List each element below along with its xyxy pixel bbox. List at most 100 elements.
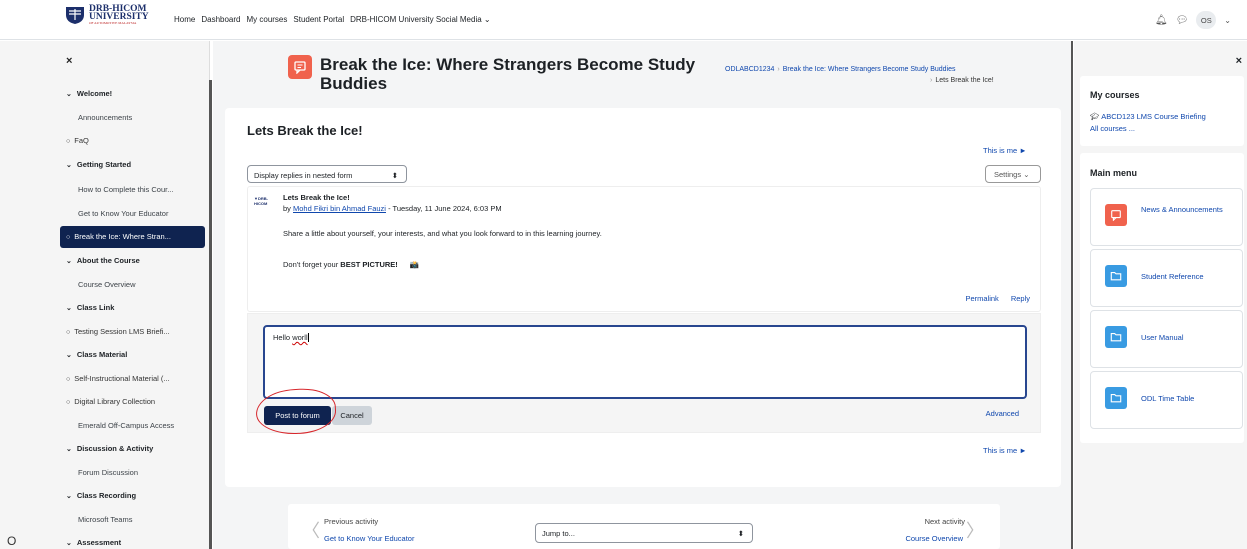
top-navbar: DRB-HICOM UNIVERSITY OF AUTOMOTIVE MALAY… (0, 0, 1247, 40)
close-course-index-icon[interactable]: × (66, 55, 72, 67)
next-activity-link[interactable]: Course Overview (905, 534, 963, 543)
chevron-down-icon[interactable]: ⌄ (66, 492, 72, 500)
forum-icon (1105, 204, 1127, 226)
cancel-button[interactable]: Cancel (332, 406, 372, 425)
course-index-label: Testing Session LMS Briefi... (74, 327, 170, 336)
course-index-label: Course Overview (78, 280, 136, 289)
close-block-drawer-icon[interactable]: × (1236, 55, 1242, 67)
university-logo[interactable]: DRB-HICOM UNIVERSITY OF AUTOMOTIVE MALAY… (64, 4, 149, 25)
course-index-label: How to Complete this Cour... (78, 185, 174, 194)
advanced-link[interactable]: Advanced (986, 409, 1019, 418)
course-section[interactable]: ⌄ Welcome! (66, 89, 112, 98)
select-caret-icon: ⬍ (737, 529, 744, 538)
course-index-drawer: × ⌄ Welcome! Announcements FaQ ⌄ Getting Star… (0, 41, 210, 549)
chevron-left-icon[interactable]: 〈 (302, 517, 320, 543)
settings-dropdown[interactable]: Settings ⌄ (985, 165, 1041, 183)
course-activity[interactable]: Microsoft Teams (78, 515, 132, 524)
my-courses-title: My courses (1090, 90, 1140, 100)
breadcrumb: ODLABCD1234 › Break the Ice: Where Strange… (725, 66, 994, 84)
main-menu-title: Main menu (1090, 168, 1138, 178)
nav-my-courses[interactable]: My courses (246, 15, 287, 24)
course-index-label: Getting Started (76, 160, 132, 169)
course-section[interactable]: ⌄ Class Material (66, 350, 127, 359)
course-section[interactable]: ⌄ Assessment (66, 538, 121, 547)
course-activity[interactable]: Course Overview (78, 280, 136, 289)
course-activity[interactable]: Get to Know Your Educator (78, 209, 168, 218)
discussion-post: ▼DRB-HICOM Lets Break the Ice! by Mohd F… (247, 186, 1041, 312)
main-menu-card-label: Student Reference (1141, 272, 1204, 281)
chevron-down-icon[interactable]: ⌄ (66, 257, 72, 265)
course-link[interactable]: 🎓︎ ABCD123 LMS Course Briefing (1090, 111, 1206, 123)
block-drawer: × My courses 🎓︎ ABCD123 LMS Course Brief… (1074, 41, 1247, 549)
course-section[interactable]: ⌄ Class Link (66, 303, 114, 312)
course-activity[interactable]: Testing Session LMS Briefi... (66, 327, 170, 336)
jump-to-value: Jump to... (542, 529, 575, 538)
course-activity[interactable]: Digital Library Collection (66, 397, 155, 406)
course-index-label: Welcome! (76, 89, 113, 98)
course-index-label: Class Material (76, 350, 128, 359)
folder-icon (1105, 326, 1127, 348)
nav-social-media[interactable]: DRB-HICOM University Social Media ⌄ (350, 15, 491, 24)
course-activity[interactable]: Announcements (78, 113, 132, 122)
course-index-label: Digital Library Collection (74, 397, 156, 406)
course-section[interactable]: ⌄ Discussion & Activity (66, 444, 153, 453)
course-index-label: FaQ (74, 136, 89, 145)
display-mode-value: Display replies in nested form (254, 171, 353, 180)
forum-icon (288, 55, 312, 79)
main-menu-card[interactable]: ODL Time Table (1090, 371, 1243, 429)
chevron-down-icon[interactable]: ⌄ (66, 90, 72, 98)
course-section[interactable]: ⌄ About the Course (66, 256, 140, 265)
breadcrumb-forum[interactable]: Break the Ice: Where Strangers Become St… (783, 66, 956, 73)
user-avatar[interactable]: OS (1196, 11, 1217, 29)
inline-reply-form: Hello worll Post to forum Cancel Advance… (247, 313, 1041, 433)
course-activity[interactable]: FaQ (66, 136, 89, 145)
breadcrumb-course[interactable]: ODLABCD1234 (725, 66, 774, 73)
chevron-down-icon[interactable]: ⌄ (66, 445, 72, 453)
camera-emoji-icon: 📸 (409, 260, 420, 269)
main-menu-card[interactable]: User Manual (1090, 310, 1243, 368)
chevron-down-icon[interactable]: ⌄ (66, 161, 72, 169)
all-courses-link[interactable]: All courses ... (1090, 123, 1206, 135)
display-mode-select[interactable]: Display replies in nested form ⬍ (247, 165, 407, 183)
folder-icon (1105, 387, 1127, 409)
reply-textarea[interactable]: Hello worll (263, 325, 1027, 399)
post-date: - Tuesday, 11 June 2024, 6:03 PM (385, 204, 502, 213)
author-avatar[interactable]: ▼DRB-HICOM (254, 196, 276, 206)
chevron-right-icon[interactable]: 〉 (966, 517, 984, 543)
course-index-scrollbar[interactable] (209, 80, 212, 549)
jump-to-select[interactable]: Jump to... ⬍ (535, 523, 753, 543)
main-menu-card[interactable]: Student Reference (1090, 249, 1243, 307)
course-section[interactable]: ⌄ Getting Started (66, 160, 131, 169)
permalink-link[interactable]: Permalink (965, 294, 998, 303)
nav-dashboard[interactable]: Dashboard (201, 15, 240, 24)
user-menu-chevron-icon[interactable]: ⌄ (1224, 16, 1231, 25)
course-section[interactable]: ⌄ Class Recording (66, 491, 136, 500)
this-is-me-link-bottom[interactable]: This is me ► (983, 446, 1027, 455)
course-activity[interactable]: How to Complete this Cour... (78, 185, 173, 194)
nav-student-portal[interactable]: Student Portal (293, 15, 344, 24)
notification-bell-icon[interactable]: 🔔︎ (1155, 15, 1168, 26)
page-title: Break the Ice: Where Strangers Become St… (320, 55, 696, 93)
messages-icon[interactable]: 💬︎ (1176, 15, 1189, 26)
course-activity[interactable]: Forum Discussion (78, 468, 138, 477)
course-index-label: Class Recording (76, 491, 137, 500)
course-index-label: Announcements (78, 113, 133, 122)
this-is-me-link-top[interactable]: This is me ► (983, 146, 1027, 155)
shield-logo-icon (66, 7, 84, 24)
course-activity[interactable]: Break the Ice: Where Stran... (60, 226, 205, 248)
course-activity[interactable]: Emerald Off-Campus Access (78, 421, 174, 430)
main-menu-card[interactable]: News & Announcements (1090, 188, 1243, 246)
reminder-bold: BEST PICTURE! (340, 260, 398, 269)
post-author-link[interactable]: Mohd Fikri bin Ahmad Fauzi (293, 204, 386, 213)
course-link-label: ABCD123 LMS Course Briefing (1101, 112, 1206, 121)
graduation-cap-icon: 🎓︎ (1090, 112, 1100, 121)
chevron-down-icon[interactable]: ⌄ (66, 351, 72, 359)
block-drawer-scrollbar[interactable] (1071, 41, 1073, 549)
course-activity[interactable]: Self-Instructional Material (... (66, 374, 169, 383)
chevron-down-icon: ⌄ (1023, 170, 1030, 179)
reply-link[interactable]: Reply (1011, 294, 1030, 303)
previous-activity-link[interactable]: Get to Know Your Educator (324, 534, 414, 543)
chevron-down-icon[interactable]: ⌄ (66, 304, 72, 312)
chevron-down-icon[interactable]: ⌄ (66, 539, 72, 547)
nav-home[interactable]: Home (174, 15, 195, 24)
